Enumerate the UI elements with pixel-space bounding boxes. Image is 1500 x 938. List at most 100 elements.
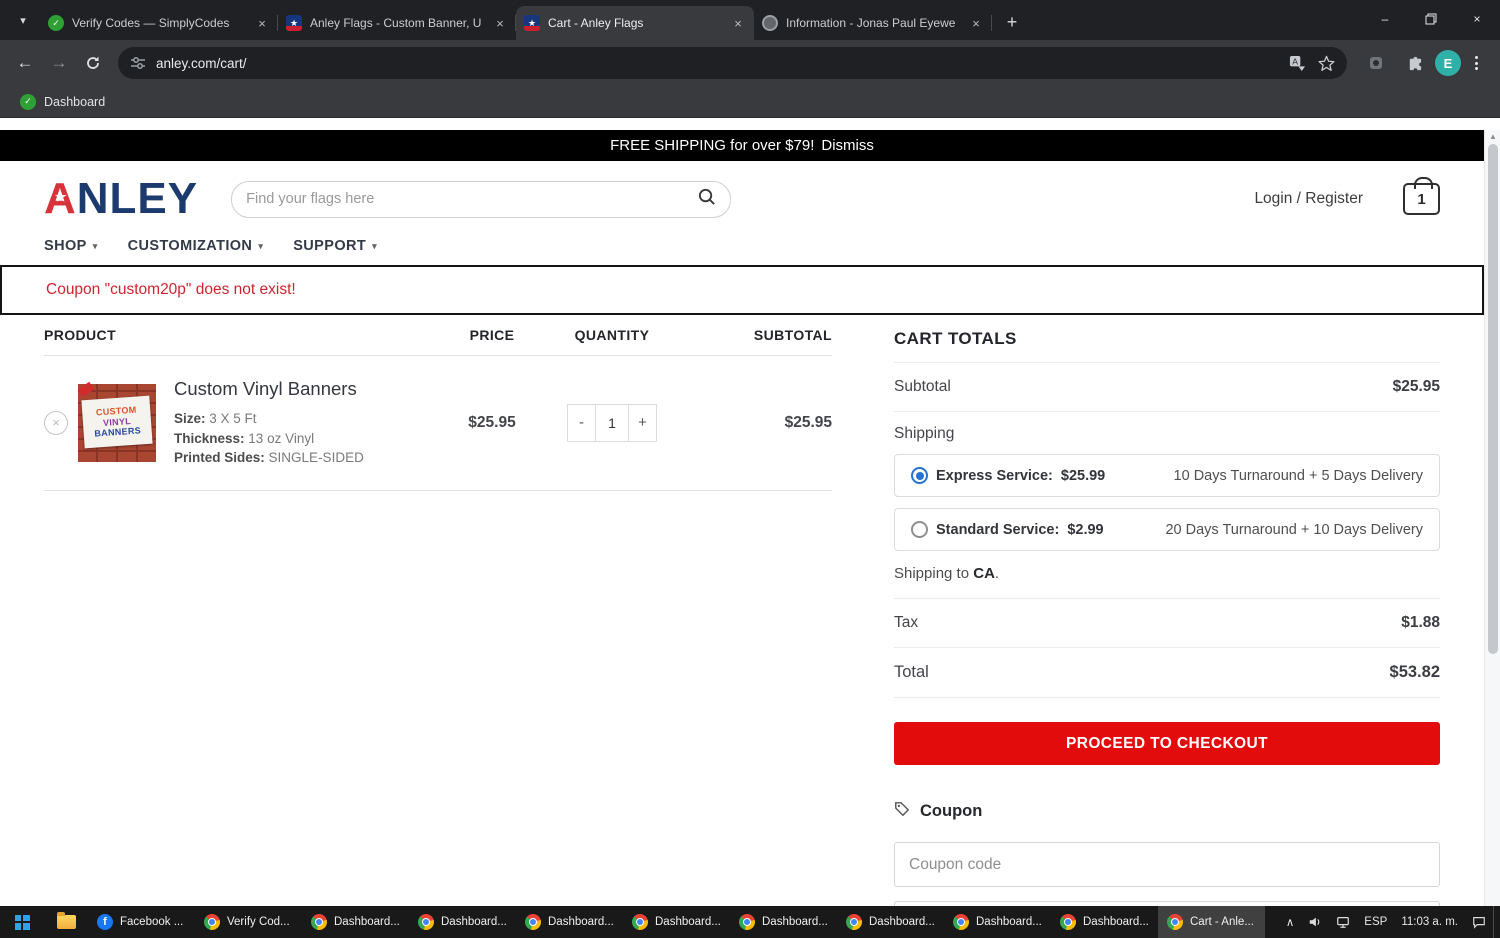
- anley-logo[interactable]: ANLEY ★: [44, 177, 198, 221]
- chrome-icon: [1060, 914, 1076, 930]
- bookmark-dashboard[interactable]: ✓ Dashboard: [12, 91, 113, 113]
- attr-thickness: Thickness: 13 oz Vinyl: [174, 430, 315, 446]
- network-icon[interactable]: [1329, 906, 1357, 938]
- search-icon[interactable]: [697, 187, 716, 211]
- site-settings-icon[interactable]: [130, 55, 146, 71]
- total-label: Total: [894, 663, 929, 681]
- minimize-button[interactable]: –: [1362, 0, 1408, 38]
- search-input[interactable]: [246, 191, 698, 207]
- chevron-down-icon: ▾: [372, 240, 378, 251]
- tab-verify-codes[interactable]: ✓ Verify Codes — SimplyCodes ×: [40, 6, 278, 40]
- taskbar-item-facebook[interactable]: f Facebook ...: [88, 906, 195, 938]
- col-subtotal: SUBTOTAL: [753, 327, 832, 343]
- remove-item-icon[interactable]: ×: [44, 410, 68, 435]
- nav-item-shop[interactable]: SHOP ▾: [44, 238, 98, 254]
- qty-increase-button[interactable]: +: [629, 405, 656, 441]
- proceed-to-checkout-button[interactable]: PROCEED TO CHECKOUT: [894, 722, 1440, 765]
- dashboard-favicon: ✓: [20, 93, 36, 110]
- taskbar-item-verify-codes[interactable]: Verify Cod...: [195, 906, 302, 938]
- cart-item-row: × CUSTOM VINYL BANNERS Custom Vinyl Bann…: [44, 356, 832, 491]
- taskbar-item-dashboard[interactable]: Dashboard...: [730, 906, 837, 938]
- item-price: $25.95: [468, 413, 516, 431]
- new-tab-button[interactable]: +: [998, 8, 1026, 36]
- close-window-button[interactable]: ×: [1454, 0, 1500, 38]
- shipping-destination: Shipping to CA.: [894, 565, 1000, 582]
- taskbar-item-dashboard[interactable]: Dashboard...: [1051, 906, 1158, 938]
- col-product: PRODUCT: [44, 327, 117, 343]
- close-icon[interactable]: ×: [254, 15, 270, 31]
- extensions-puzzle-icon[interactable]: [1397, 46, 1431, 80]
- bookmarks-bar: ✓ Dashboard: [0, 86, 1500, 118]
- action-center-icon[interactable]: [1465, 906, 1493, 938]
- chrome-icon: [1167, 914, 1183, 930]
- taskbar-item-cart-anley[interactable]: Cart - Anle...: [1158, 906, 1265, 938]
- login-register-link[interactable]: Login / Register: [1254, 190, 1363, 208]
- reload-icon[interactable]: [76, 46, 110, 80]
- taskbar-item-dashboard[interactable]: Dashboard...: [409, 906, 516, 938]
- profile-avatar[interactable]: E: [1435, 50, 1461, 76]
- url-text[interactable]: anley.com/cart/: [156, 56, 247, 71]
- tax-row: Tax $1.88: [894, 598, 1440, 647]
- nav-item-support[interactable]: SUPPORT ▾: [293, 238, 377, 254]
- back-icon[interactable]: ←: [8, 46, 42, 80]
- product-title[interactable]: Custom Vinyl Banners: [174, 378, 364, 400]
- close-icon[interactable]: ×: [968, 15, 984, 31]
- close-icon[interactable]: ×: [730, 15, 746, 31]
- nav-label: SHOP: [44, 238, 87, 254]
- total-row: Total $53.82: [894, 647, 1440, 698]
- browser-menu-icon[interactable]: [1465, 50, 1488, 76]
- option-price: $2.99: [1067, 521, 1104, 538]
- page-scrollbar[interactable]: ▲: [1484, 130, 1500, 918]
- chrome-icon: [632, 914, 648, 930]
- tab-jonas-paul[interactable]: Information - Jonas Paul Eyewe ×: [754, 6, 992, 40]
- cart-bag-icon[interactable]: 1: [1403, 177, 1440, 215]
- qty-decrease-button[interactable]: -: [568, 405, 595, 441]
- radio-selected-icon[interactable]: [911, 467, 928, 484]
- thumb-ribbon: [77, 381, 95, 398]
- shipping-option-standard[interactable]: Standard Service: $2.99 20 Days Turnarou…: [894, 508, 1440, 551]
- logo-star-icon: ★: [55, 189, 68, 204]
- tab-search-icon[interactable]: ▾: [10, 7, 36, 33]
- taskbar-item-dashboard[interactable]: Dashboard...: [837, 906, 944, 938]
- radio-unselected-icon[interactable]: [911, 521, 928, 538]
- flag-search-bar[interactable]: [231, 180, 732, 218]
- taskbar-item-dashboard[interactable]: Dashboard...: [516, 906, 623, 938]
- close-icon[interactable]: ×: [492, 15, 508, 31]
- tab-anley-flags[interactable]: ★ Anley Flags - Custom Banner, U ×: [278, 6, 516, 40]
- file-explorer-button[interactable]: [44, 906, 88, 938]
- option-left: Standard Service: $2.99: [911, 521, 1104, 538]
- nav-item-customization[interactable]: CUSTOMIZATION ▾: [128, 238, 264, 254]
- taskbar-item-dashboard[interactable]: Dashboard...: [944, 906, 1051, 938]
- language-indicator[interactable]: ESP: [1357, 906, 1394, 938]
- tab-cart-anley[interactable]: ★ Cart - Anley Flags ×: [516, 6, 754, 40]
- clock[interactable]: 11:03 a. m.: [1394, 906, 1465, 938]
- address-bar[interactable]: anley.com/cart/ A: [118, 47, 1347, 79]
- pinned-extension-icon[interactable]: [1359, 46, 1393, 80]
- show-desktop-strip[interactable]: [1493, 906, 1500, 938]
- translate-icon[interactable]: A: [1289, 55, 1306, 72]
- taskbar-item-dashboard[interactable]: Dashboard...: [623, 906, 730, 938]
- start-button[interactable]: [0, 906, 44, 938]
- bookmark-label: Dashboard: [44, 94, 106, 109]
- product-image[interactable]: CUSTOM VINYL BANNERS: [77, 381, 156, 462]
- restore-button[interactable]: [1408, 0, 1454, 38]
- dismiss-link[interactable]: Dismiss: [821, 137, 874, 154]
- option-name: Standard Service:: [936, 521, 1060, 538]
- volume-icon[interactable]: [1301, 906, 1329, 938]
- shipping-option-express[interactable]: Express Service: $25.99 10 Days Turnarou…: [894, 454, 1440, 497]
- subtotal-row: Subtotal $25.95: [894, 362, 1440, 411]
- quantity-cell: - 1 +: [547, 403, 677, 442]
- scroll-up-icon[interactable]: ▲: [1489, 132, 1497, 141]
- bookmark-star-icon[interactable]: [1318, 55, 1335, 72]
- option-desc: 20 Days Turnaround + 10 Days Delivery: [1165, 521, 1423, 538]
- page-viewport: FREE SHIPPING for over $79! Dismiss ANLE…: [0, 130, 1500, 938]
- scrollbar-thumb[interactable]: [1488, 144, 1498, 654]
- qty-value[interactable]: 1: [595, 404, 629, 441]
- tray-chevron-up-icon[interactable]: ∧: [1279, 906, 1301, 938]
- shipping-label: Shipping: [894, 425, 955, 442]
- tab-strip: ▾ ✓ Verify Codes — SimplyCodes × ★ Anley…: [0, 0, 1500, 40]
- forward-icon[interactable]: →: [42, 46, 76, 80]
- taskbar-item-dashboard[interactable]: Dashboard...: [302, 906, 409, 938]
- coupon-code-input[interactable]: [894, 842, 1440, 887]
- tag-icon: [894, 801, 910, 822]
